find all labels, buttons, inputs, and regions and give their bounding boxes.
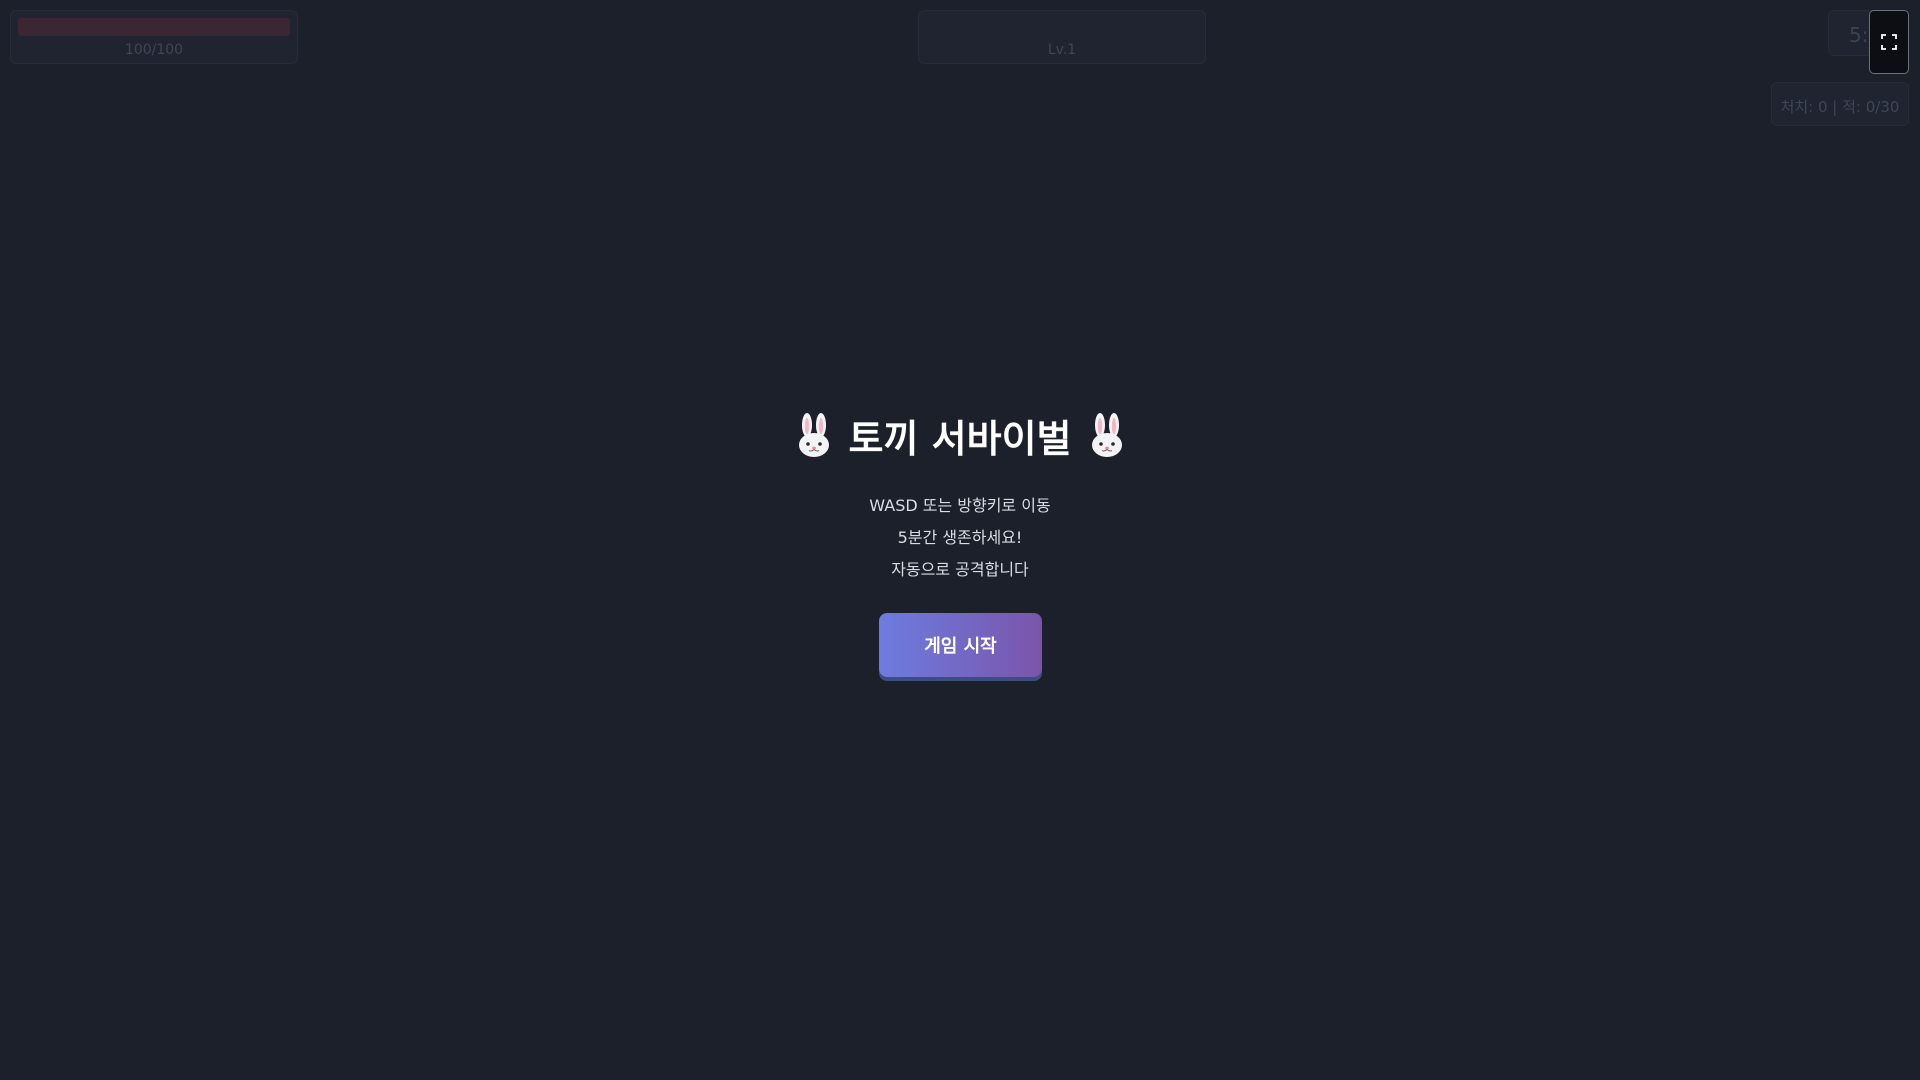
instructions: WASD 또는 방향키로 이동 5분간 생존하세요! 자동으로 공격합니다 (0, 490, 1920, 586)
title-row: 토끼 서바이벌 (0, 408, 1920, 463)
start-overlay: 토끼 서바이벌 WASD 또는 방향키로 이동 5분간 생존하세요! 자동으로 … (0, 0, 1920, 1080)
start-game-button[interactable]: 게임 시작 (879, 613, 1042, 677)
instruction-line: WASD 또는 방향키로 이동 (869, 496, 1051, 515)
rabbit-icon (798, 412, 829, 457)
game-stage: 100/100 Lv.1 5: 처치: 0 | 적: 0/30 토끼 서바이벌 … (0, 0, 1920, 1080)
instruction-line: 5분간 생존하세요! (897, 528, 1023, 547)
rabbit-icon (1091, 412, 1122, 457)
game-title: 토끼 서바이벌 (848, 417, 1072, 461)
instruction-line: 자동으로 공격합니다 (891, 560, 1029, 579)
